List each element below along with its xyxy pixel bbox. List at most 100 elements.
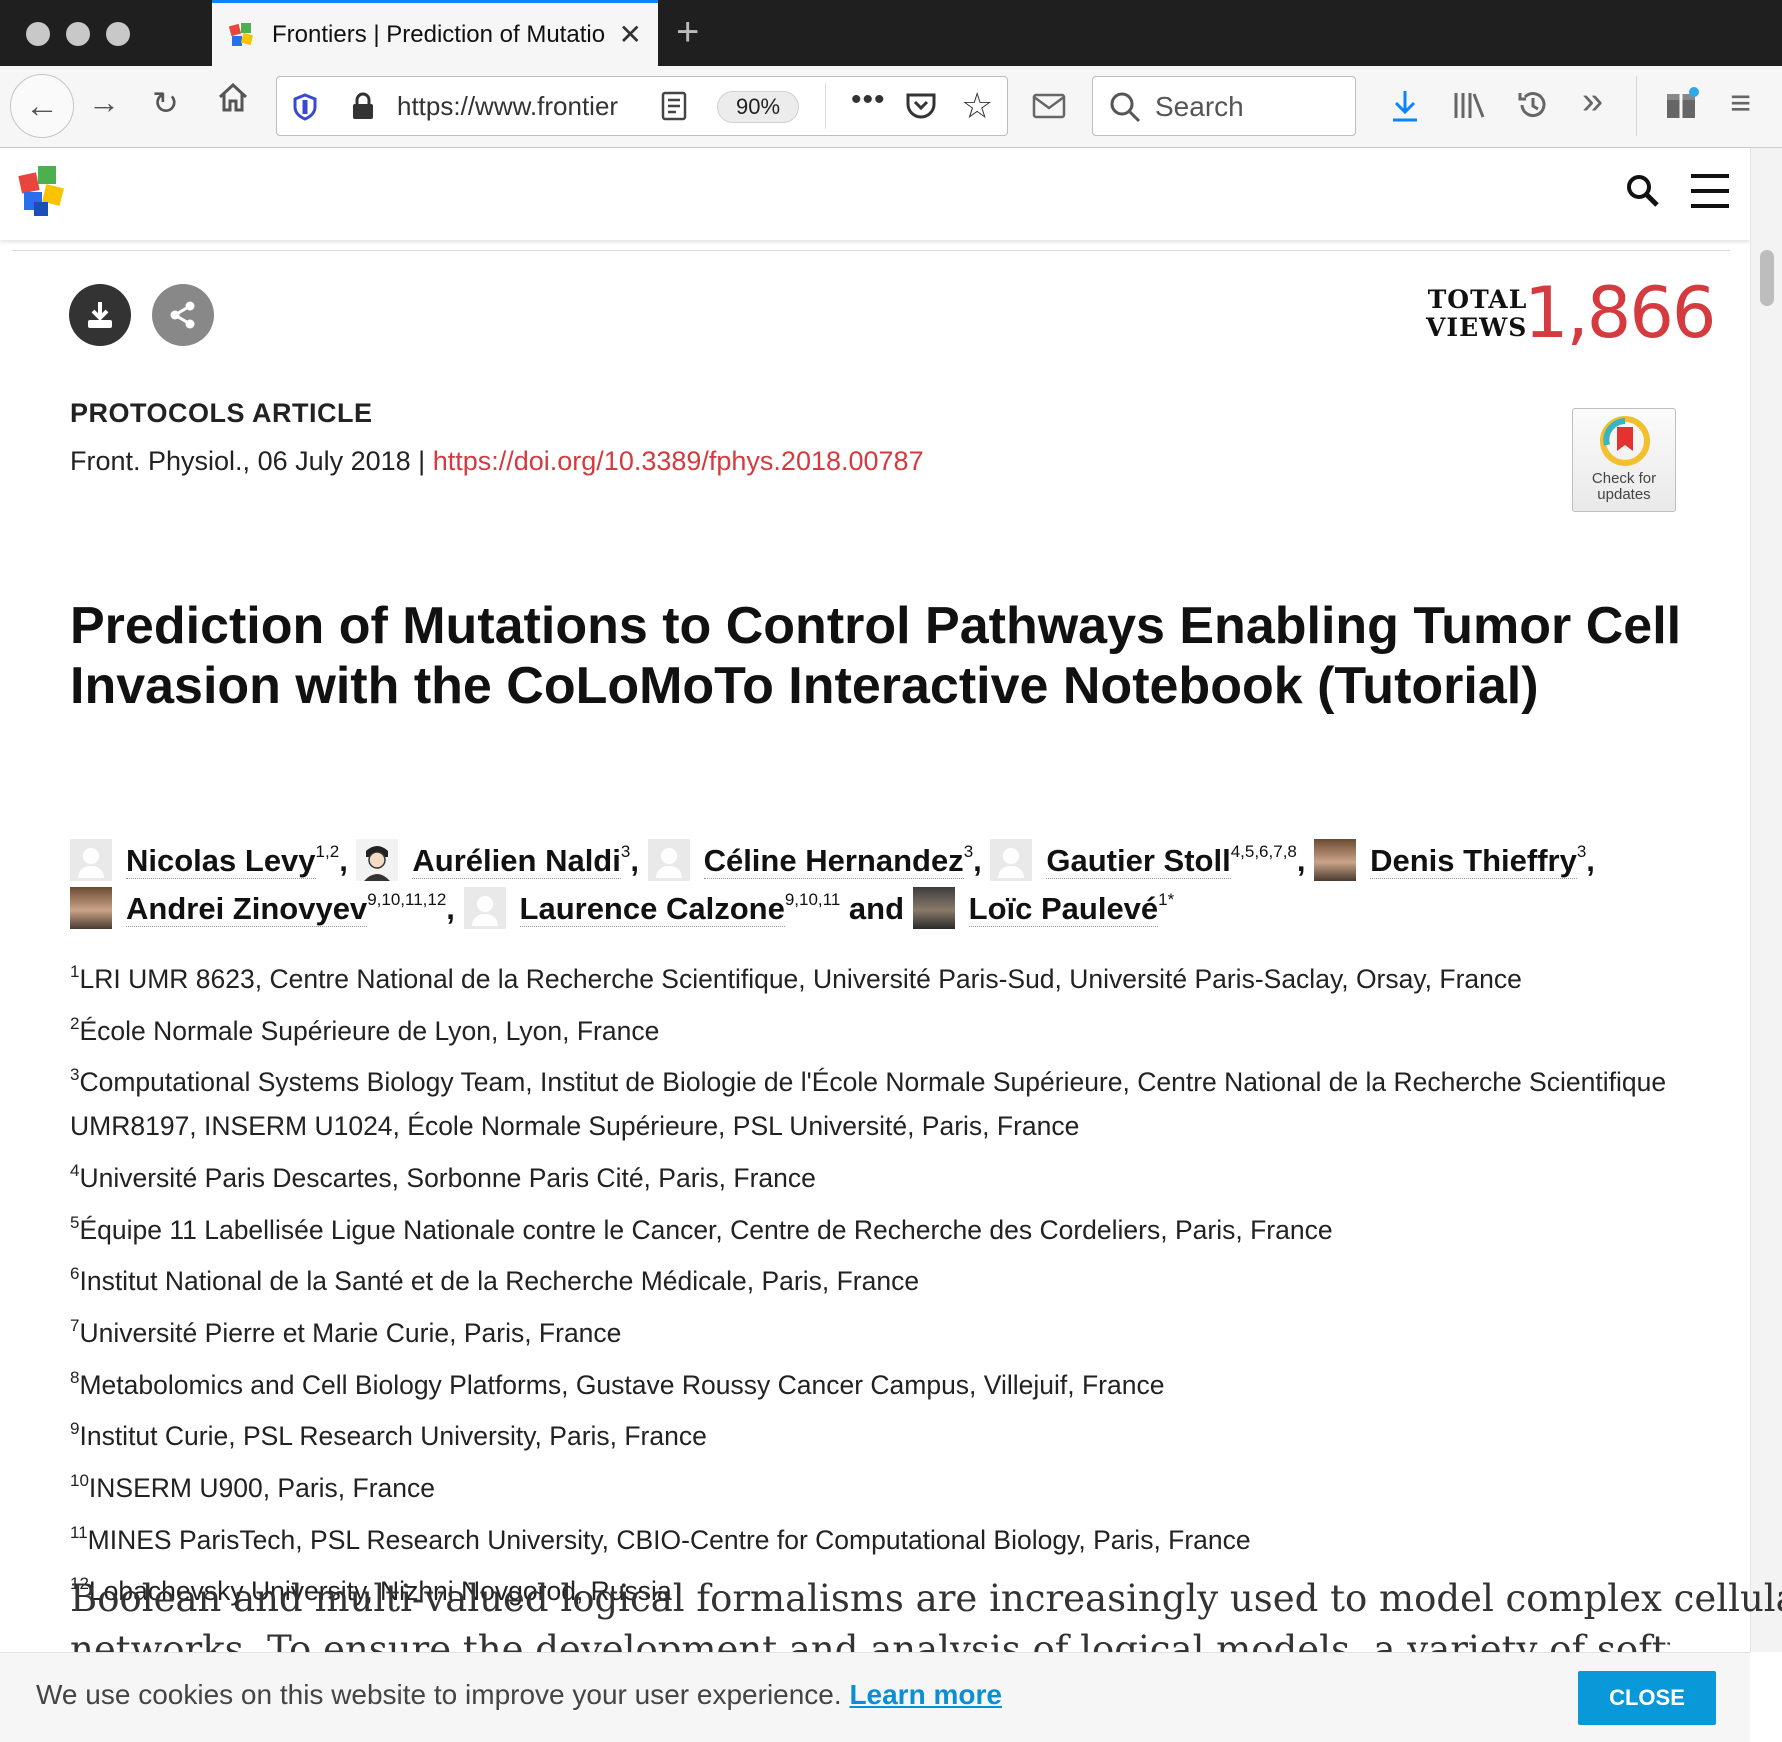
pocket-icon[interactable] — [905, 91, 937, 121]
share-article-button[interactable] — [152, 284, 214, 346]
author-affil-sup: 4,5,6,7,8 — [1230, 842, 1297, 861]
check-for-updates-badge[interactable]: Check for updates — [1572, 408, 1676, 512]
new-tab-button[interactable]: + — [676, 10, 699, 55]
share-icon — [170, 301, 195, 329]
author-name[interactable]: Laurence Calzone — [519, 891, 785, 927]
author-avatar-placeholder — [990, 838, 1033, 881]
affiliation-item: 6Institut National de la Santé et de la … — [70, 1264, 920, 1297]
learn-more-link[interactable]: Learn more — [849, 1679, 1002, 1710]
minimize-window-button[interactable] — [66, 22, 90, 46]
author-avatar-placeholder — [463, 886, 506, 929]
maximize-window-button[interactable] — [106, 22, 130, 46]
author-avatar-drawing — [356, 838, 399, 881]
download-icon — [88, 302, 112, 328]
toolbar-divider — [1636, 76, 1637, 136]
home-button[interactable] — [216, 80, 250, 122]
mail-icon[interactable] — [1032, 92, 1066, 120]
total-views-label: TOTAL VIEWS — [1426, 286, 1527, 342]
author-separator: , — [1296, 843, 1315, 878]
url-bar[interactable]: https://www.frontier 90% ••• ☆ — [276, 76, 1008, 136]
back-button[interactable]: ← — [10, 74, 74, 138]
affiliation-item: 3Computational Systems Biology Team, Ins… — [70, 1065, 1667, 1142]
affiliation-item: 4Université Paris Descartes, Sorbonne Pa… — [70, 1160, 816, 1193]
cookie-message-text: We use cookies on this website to improv… — [36, 1679, 850, 1710]
search-bar[interactable]: Search — [1092, 76, 1356, 136]
author-name[interactable]: Nicolas Levy — [126, 843, 316, 879]
shield-icon[interactable] — [293, 93, 317, 121]
author-name[interactable]: Loïc Paulevé — [968, 891, 1159, 927]
download-article-button[interactable] — [69, 284, 131, 346]
bookmark-star-icon[interactable]: ☆ — [961, 85, 993, 127]
author-name[interactable]: Céline Hernandez — [703, 843, 964, 879]
article-title: Prediction of Mutations to Control Pathw… — [70, 597, 1682, 715]
reader-view-icon[interactable] — [661, 91, 687, 121]
author-affil-sup: 9,10,11 — [784, 890, 841, 909]
affiliation-item: 1LRI UMR 8623, Centre National de la Rec… — [70, 962, 1522, 994]
site-header — [0, 148, 1750, 240]
author-affil-sup: 9,10,11,12 — [367, 890, 447, 909]
authors-line-2: Andrei Zinovyev9,10,11,12, Laurence Calz… — [70, 876, 1720, 933]
scrollbar-thumb[interactable] — [1760, 250, 1774, 306]
author-separator: , — [630, 843, 648, 878]
page-actions-menu-icon[interactable]: ••• — [851, 83, 886, 117]
forward-button[interactable]: → — [88, 84, 120, 121]
arrow-left-icon: ← — [25, 86, 59, 125]
abstract-text: Boolean and multi-valued logical formali… — [70, 1577, 1782, 1620]
affiliation-item: 5Équipe 11 Labellisée Ligue Nationale co… — [70, 1212, 1333, 1245]
total-views-label-line1: TOTAL — [1427, 285, 1528, 314]
author-name[interactable]: Denis Thieffry — [1370, 843, 1577, 879]
tab-close-icon[interactable]: ✕ — [619, 18, 642, 51]
total-views-label-line2: VIEWS — [1426, 313, 1528, 342]
cookie-message: We use cookies on this website to improv… — [36, 1679, 1002, 1711]
scrollbar[interactable] — [1750, 148, 1782, 1652]
tab-bar: Frontiers | Prediction of Mutatio ✕ + — [0, 0, 1782, 66]
lock-icon[interactable] — [351, 91, 375, 121]
cookie-banner: We use cookies on this website to improv… — [0, 1652, 1750, 1742]
site-menu-icon[interactable] — [1690, 172, 1730, 210]
history-icon[interactable] — [1516, 88, 1550, 122]
affiliation-item: 10INSERM U900, Paris, France — [70, 1471, 436, 1504]
search-icon — [1110, 92, 1141, 123]
author-name[interactable]: Gautier Stoll — [1046, 843, 1231, 879]
author-affil-sup: 1,2 — [315, 842, 340, 861]
header-divider — [12, 250, 1730, 251]
author-affil-sup: 3 — [1576, 842, 1587, 861]
hamburger-menu-icon[interactable]: ≡ — [1730, 82, 1751, 124]
article-type: PROTOCOLS ARTICLE — [70, 398, 373, 428]
article-citation: Front. Physiol., 06 July 2018 | https://… — [70, 446, 924, 477]
overflow-chevron-icon[interactable]: » — [1582, 80, 1603, 123]
author-name[interactable]: Aurélien Naldi — [412, 843, 621, 879]
author-affil-sup: 3 — [620, 842, 631, 861]
total-views-count: 1,866 — [1524, 272, 1716, 354]
extensions-gift-icon[interactable] — [1664, 86, 1700, 122]
abstract-text-cutoff: networks. To ensure the development and … — [70, 1628, 1670, 1652]
affiliations-list: 1LRI UMR 8623, Centre National de la Rec… — [70, 950, 1720, 1614]
site-search-icon[interactable] — [1626, 174, 1660, 208]
author-avatar-placeholder — [647, 838, 690, 881]
affiliation-item: 7Université Pierre et Marie Curie, Paris… — [70, 1315, 622, 1348]
frontiers-favicon-icon — [228, 21, 256, 49]
author-separator: , — [1586, 843, 1595, 878]
frontiers-logo[interactable] — [18, 164, 70, 220]
zoom-indicator[interactable]: 90% — [717, 91, 799, 123]
tab-title: Frontiers | Prediction of Mutatio — [272, 20, 606, 48]
download-icon[interactable] — [1390, 88, 1420, 124]
author-avatar-photo — [70, 886, 112, 929]
author-separator: and — [840, 891, 913, 926]
doi-link[interactable]: https://doi.org/10.3389/fphys.2018.00787 — [433, 446, 924, 476]
author-affil-sup: 1* — [1158, 890, 1175, 909]
library-icon[interactable] — [1452, 90, 1486, 120]
check-updates-line2: updates — [1597, 486, 1651, 503]
close-window-button[interactable] — [26, 22, 50, 46]
url-divider — [825, 83, 826, 129]
url-text[interactable]: https://www.frontier — [397, 91, 647, 122]
author-name[interactable]: Andrei Zinovyev — [126, 891, 368, 927]
author-separator: , — [973, 843, 991, 878]
cookie-close-button[interactable]: CLOSE — [1578, 1671, 1716, 1725]
tab-active[interactable]: Frontiers | Prediction of Mutatio ✕ — [212, 0, 658, 66]
author-affil-sup: 3 — [963, 842, 974, 861]
check-updates-line1: Check for — [1591, 470, 1657, 487]
reload-button[interactable]: ↻ — [152, 84, 179, 122]
navigation-toolbar: ← → ↻ https://www.frontier 90% ••• ☆ Sea… — [0, 66, 1782, 148]
author-avatar-photo — [912, 886, 955, 929]
